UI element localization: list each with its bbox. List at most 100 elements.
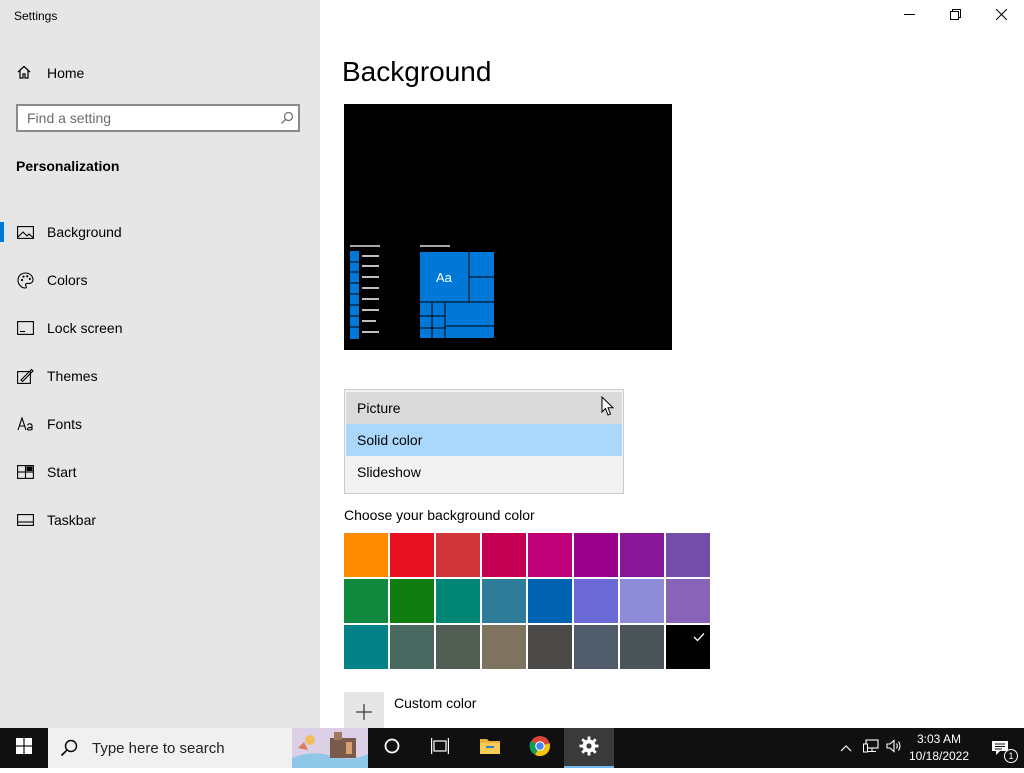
sidebar-item-start[interactable]: Start (0, 448, 320, 496)
color-swatch[interactable] (390, 533, 434, 577)
find-setting-input[interactable] (18, 109, 276, 127)
gear-icon (579, 736, 599, 761)
sidebar-item-fonts[interactable]: Fonts (0, 400, 320, 448)
search-highlight-illustration-icon (292, 728, 368, 768)
custom-color-button[interactable]: Custom color (344, 692, 476, 732)
sidebar-item-label: Background (47, 224, 122, 240)
background-type-dropdown[interactable]: Picture Solid color Slideshow (344, 389, 624, 494)
color-swatch[interactable] (528, 625, 572, 669)
chevron-up-icon (840, 739, 852, 757)
preview-tile-text: Aa (436, 270, 452, 285)
sidebar-item-themes[interactable]: Themes (0, 352, 320, 400)
sidebar-item-background[interactable]: Background (0, 208, 320, 256)
color-swatch[interactable] (482, 579, 526, 623)
windows-logo-icon (16, 737, 32, 759)
themes-icon (16, 367, 34, 385)
color-swatch[interactable] (620, 533, 664, 577)
color-swatch[interactable] (666, 579, 710, 623)
system-clock[interactable]: 3:03 AM 10/18/2022 (904, 731, 974, 765)
chrome-icon (529, 735, 551, 762)
file-explorer-button[interactable] (466, 728, 514, 768)
color-swatch[interactable] (666, 625, 710, 669)
color-swatch[interactable] (528, 533, 572, 577)
dropdown-option-solid-color[interactable]: Solid color (346, 424, 622, 456)
color-swatch[interactable] (666, 533, 710, 577)
lock-screen-icon (16, 319, 34, 337)
color-swatch[interactable] (574, 625, 618, 669)
color-swatch[interactable] (390, 625, 434, 669)
sidebar-item-lock-screen[interactable]: Lock screen (0, 304, 320, 352)
color-swatch[interactable] (482, 533, 526, 577)
search-icon (60, 739, 78, 757)
start-button[interactable] (0, 728, 48, 768)
swatch-label: Choose your background color (344, 507, 535, 523)
clock-date: 10/18/2022 (908, 749, 970, 763)
task-view-button[interactable] (416, 728, 464, 768)
home-label: Home (47, 65, 85, 81)
network-button[interactable] (860, 728, 882, 768)
color-swatch-grid (344, 533, 712, 669)
color-swatch[interactable] (620, 625, 664, 669)
checkmark-icon (693, 629, 705, 647)
page-title: Background (342, 56, 492, 87)
start-icon (16, 463, 34, 481)
taskbar: 3:03 AM 10/18/2022 1 (0, 728, 1024, 768)
settings-taskbar-button[interactable] (564, 728, 614, 768)
network-icon (863, 738, 879, 758)
fonts-icon (16, 415, 34, 433)
show-hidden-icons-button[interactable] (836, 728, 856, 768)
custom-color-label: Custom color (394, 695, 477, 711)
color-swatch[interactable] (574, 533, 618, 577)
palette-icon (16, 271, 34, 289)
home-icon (16, 64, 47, 83)
mouse-cursor-icon (601, 395, 615, 422)
volume-button[interactable] (884, 728, 904, 768)
minimize-button[interactable] (886, 0, 932, 32)
restore-button[interactable] (932, 0, 978, 32)
cortana-button[interactable] (368, 728, 416, 768)
chrome-button[interactable] (516, 728, 564, 768)
action-center-button[interactable]: 1 (980, 728, 1020, 768)
speaker-icon (886, 738, 902, 758)
color-swatch[interactable] (344, 625, 388, 669)
sidebar-item-label: Fonts (47, 416, 83, 432)
sidebar-item-taskbar[interactable]: Taskbar (0, 496, 320, 544)
sidebar-item-label: Themes (47, 368, 98, 384)
section-title: Personalization (16, 158, 120, 174)
sidebar-item-label: Taskbar (47, 512, 97, 528)
sidebar-item-label: Lock screen (47, 320, 123, 336)
close-button[interactable] (978, 0, 1024, 32)
background-preview: Aa (344, 104, 672, 350)
clock-time: 3:03 AM (916, 732, 962, 746)
task-view-icon (431, 737, 449, 759)
color-swatch[interactable] (390, 579, 434, 623)
color-swatch[interactable] (344, 533, 388, 577)
search-icon[interactable] (276, 111, 298, 125)
home-link[interactable]: Home (16, 62, 84, 84)
color-swatch[interactable] (482, 625, 526, 669)
minimize-icon (903, 7, 915, 25)
color-swatch[interactable] (436, 579, 480, 623)
color-swatch[interactable] (436, 625, 480, 669)
color-swatch[interactable] (574, 579, 618, 623)
color-swatch[interactable] (436, 533, 480, 577)
taskbar-search-box[interactable] (48, 728, 368, 768)
color-swatch[interactable] (620, 579, 664, 623)
color-swatch[interactable] (344, 579, 388, 623)
close-icon (995, 7, 1007, 25)
cortana-circle-icon (384, 738, 400, 759)
sidebar: Settings Home Personalization Background… (0, 0, 320, 728)
find-setting-search[interactable] (16, 104, 300, 132)
taskbar-search-input[interactable] (90, 738, 294, 758)
sidebar-item-label: Start (47, 464, 77, 480)
notification-icon: 1 (991, 740, 1018, 763)
app-title: Settings (14, 9, 58, 23)
dropdown-option-slideshow[interactable]: Slideshow (346, 456, 622, 488)
restore-icon (949, 7, 961, 25)
folder-icon (479, 737, 501, 760)
sidebar-item-colors[interactable]: Colors (0, 256, 320, 304)
color-swatch[interactable] (528, 579, 572, 623)
taskbar-icon (16, 511, 34, 529)
picture-icon (16, 223, 34, 241)
dropdown-option-picture[interactable]: Picture (346, 392, 622, 424)
